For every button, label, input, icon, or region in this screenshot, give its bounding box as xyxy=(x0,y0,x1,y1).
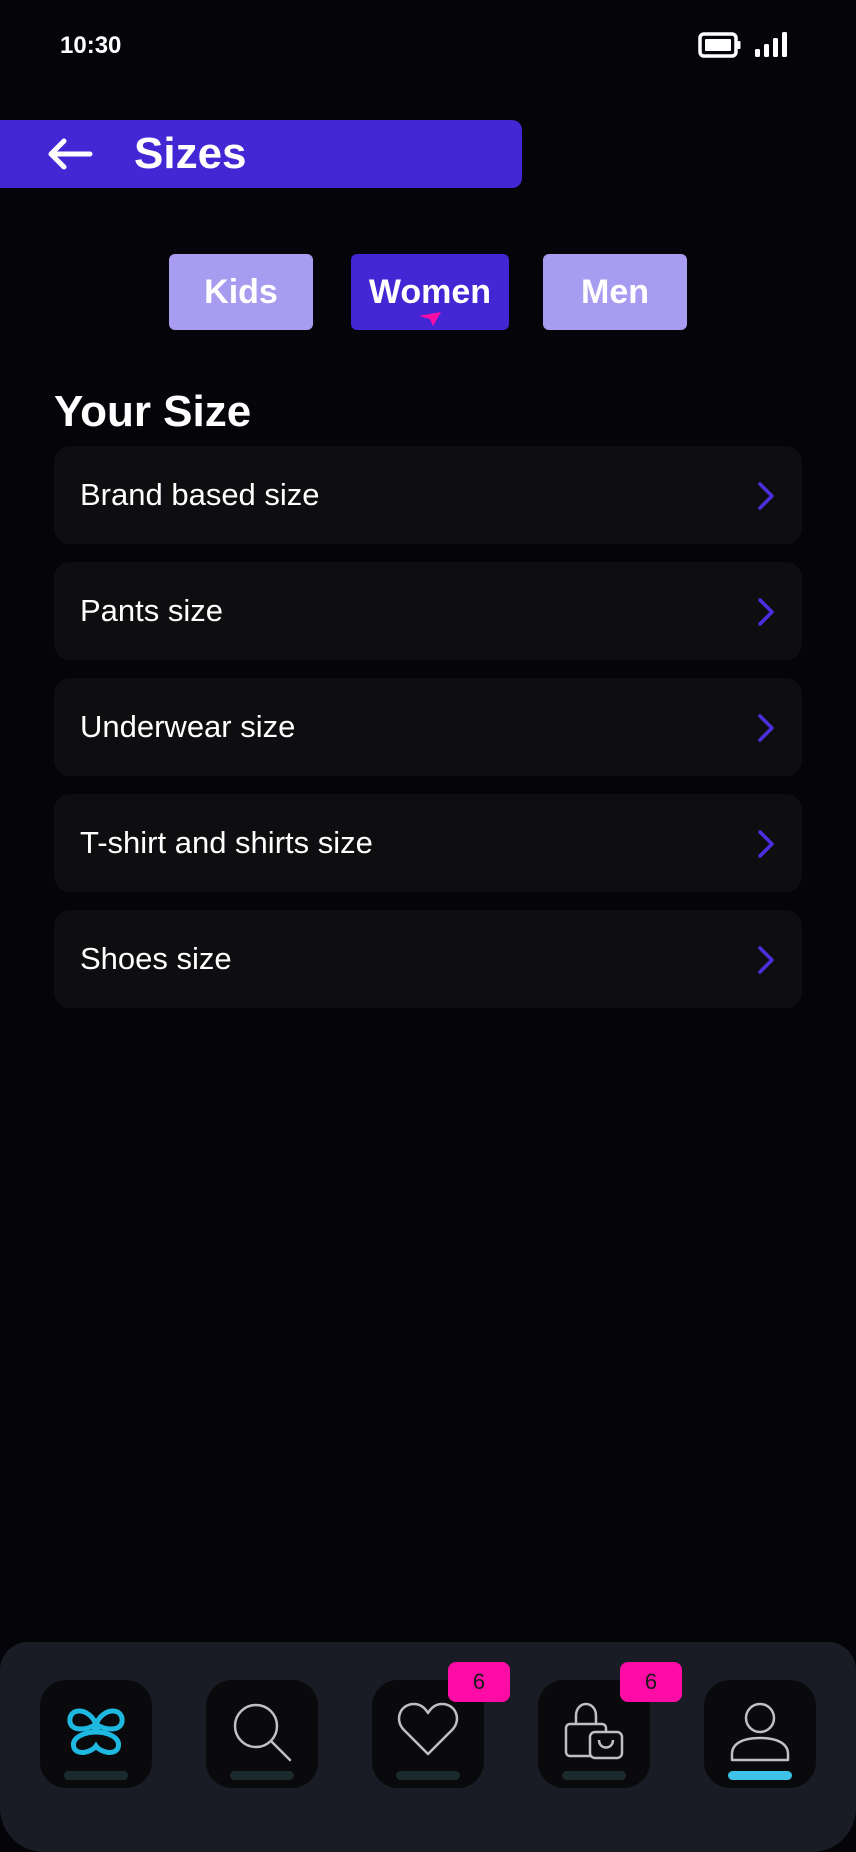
tab-men[interactable]: Men xyxy=(543,254,687,330)
status-time: 10:30 xyxy=(60,32,122,59)
section-title: Your Size xyxy=(54,387,252,436)
size-list: Brand based size Pants size Underwear si… xyxy=(54,446,802,1026)
battery-icon xyxy=(698,32,741,58)
chevron-right-icon xyxy=(758,830,774,858)
bottom-nav: 6 6 xyxy=(0,1642,856,1852)
list-item-tshirt-size[interactable]: T-shirt and shirts size xyxy=(54,794,802,892)
signal-icon xyxy=(755,32,787,57)
nav-search-button[interactable] xyxy=(206,1680,318,1788)
header-bar: Sizes xyxy=(0,120,522,188)
list-item-label: Brand based size xyxy=(80,477,320,512)
chevron-right-icon xyxy=(758,714,774,742)
search-icon xyxy=(233,1703,292,1762)
shopping-bag-icon xyxy=(564,1702,624,1760)
heart-icon xyxy=(397,1702,459,1756)
list-item-pants-size[interactable]: Pants size xyxy=(54,562,802,660)
status-icons xyxy=(698,32,790,58)
bag-count-badge: 6 xyxy=(620,1662,682,1702)
nav-indicator xyxy=(562,1771,626,1780)
nav-home-button[interactable] xyxy=(40,1680,152,1788)
list-item-shoes-size[interactable]: Shoes size xyxy=(54,910,802,1008)
list-item-label: Underwear size xyxy=(80,709,296,744)
list-item-label: Pants size xyxy=(80,593,224,628)
chevron-right-icon xyxy=(758,946,774,974)
list-item-label: Shoes size xyxy=(80,941,232,976)
list-item-underwear-size[interactable]: Underwear size xyxy=(54,678,802,776)
page-title: Sizes xyxy=(134,129,247,178)
nav-indicator xyxy=(64,1771,128,1780)
profile-icon xyxy=(730,1702,790,1762)
list-item-label: T-shirt and shirts size xyxy=(80,825,373,860)
screen: 10:30 Sizes Kids Women Men Your Size Bra… xyxy=(0,0,856,1852)
tab-women-label: Women xyxy=(368,272,492,311)
nav-indicator xyxy=(396,1771,460,1780)
tab-kids-label: Kids xyxy=(204,272,278,311)
tab-kids[interactable]: Kids xyxy=(169,254,313,330)
list-item-brand-based-size[interactable]: Brand based size xyxy=(54,446,802,544)
tab-women[interactable]: Women xyxy=(351,254,509,330)
favorites-count-badge: 6 xyxy=(448,1662,510,1702)
nav-profile-button[interactable] xyxy=(704,1680,816,1788)
tab-men-label: Men xyxy=(581,272,649,311)
nav-indicator-active xyxy=(728,1771,792,1780)
chevron-right-icon xyxy=(758,598,774,626)
cursor-pointer-icon xyxy=(419,312,441,326)
nav-indicator xyxy=(230,1771,294,1780)
back-arrow-icon xyxy=(48,138,93,170)
back-button[interactable] xyxy=(46,134,98,174)
chevron-right-icon xyxy=(758,482,774,510)
brand-logo-icon xyxy=(67,1708,125,1755)
